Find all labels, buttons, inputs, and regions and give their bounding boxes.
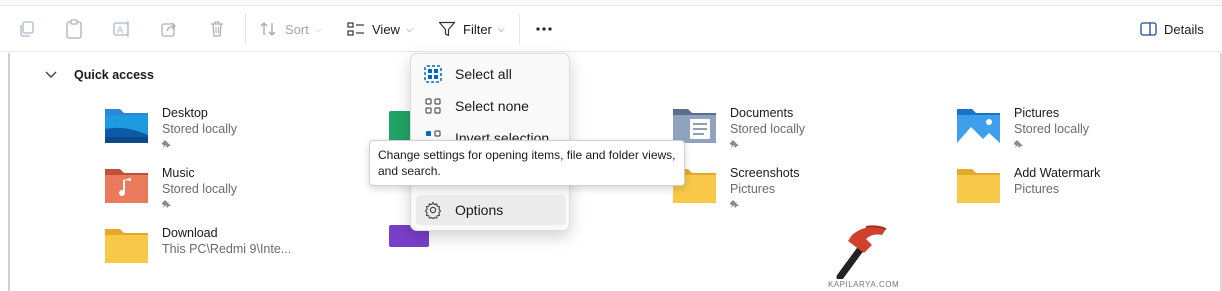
chevron-down-icon: ⌵ [314, 23, 322, 34]
delete-button[interactable] [208, 6, 226, 52]
rename-icon: A [113, 21, 129, 37]
folder-tile-add-watermark[interactable]: Add Watermark Pictures [956, 165, 1100, 205]
tile-location: Stored locally [730, 122, 806, 136]
hammer-logo-icon [836, 225, 887, 281]
filter-button[interactable]: Filter ⌵ [438, 6, 505, 52]
tile-name: Desktop [162, 106, 208, 120]
folder-tile-videos[interactable] [388, 225, 446, 265]
toolbar-divider [245, 14, 246, 44]
copy-button[interactable] [18, 6, 36, 52]
rename-button[interactable]: A [112, 6, 132, 52]
menu-item-select-none[interactable]: Select none [416, 91, 566, 121]
tile-name: Download [162, 226, 218, 240]
filter-label: Filter [463, 21, 492, 37]
folder-tile-music[interactable]: Music Stored locally [104, 165, 237, 209]
select-none-icon [425, 98, 441, 114]
view-label: View [372, 21, 400, 37]
chevron-down-icon [45, 71, 57, 78]
folder-icon [957, 169, 1000, 203]
more-options-button[interactable] [535, 6, 553, 52]
more-icon [536, 27, 552, 31]
sort-button[interactable]: Sort ⌵ [260, 6, 322, 52]
folder-tile-download[interactable]: Download This PC\Redmi 9\Inte... [104, 225, 291, 265]
share-icon [161, 22, 176, 37]
select-all-icon [424, 65, 442, 83]
documents-folder-icon [673, 109, 716, 143]
menu-item-label: Select all [455, 66, 512, 82]
quick-access-header[interactable]: Quick access [44, 68, 154, 82]
tile-name: Documents [730, 106, 794, 120]
watermark: KAPILARYA.COM [826, 221, 906, 291]
tile-name: Music [162, 166, 195, 180]
filter-icon [438, 21, 456, 37]
menu-item-select-all[interactable]: Select all [416, 59, 566, 89]
tile-location: Stored locally [1014, 122, 1090, 136]
pin-icon [1014, 140, 1023, 148]
details-pane-icon [1140, 22, 1157, 36]
folder-icon [105, 229, 148, 263]
folder-tile-pictures[interactable]: Pictures Stored locally [956, 105, 1089, 149]
paste-button[interactable] [65, 6, 83, 52]
sort-icon [260, 22, 276, 36]
folder-tile-desktop[interactable]: Desktop Stored locally [104, 105, 237, 149]
pin-icon [162, 140, 171, 148]
tile-location: Pictures [730, 182, 776, 196]
music-folder-icon [105, 169, 148, 203]
command-bar: A Sort ⌵ View ⌵ Filter ⌵ Details [0, 6, 1222, 52]
trash-icon [211, 21, 223, 37]
tile-location: Stored locally [162, 122, 238, 136]
pin-icon [162, 200, 171, 208]
tile-location: This PC\Redmi 9\Inte... [162, 242, 292, 256]
details-label: Details [1164, 21, 1204, 37]
paste-icon [66, 19, 82, 39]
share-button[interactable] [160, 6, 178, 52]
options-tooltip: Change settings for opening items, file … [369, 140, 685, 186]
view-icon [347, 22, 364, 36]
tile-name: Pictures [1014, 106, 1060, 120]
tile-name: Add Watermark [1014, 166, 1101, 180]
videos-folder-icon [389, 225, 429, 247]
tile-name: Screenshots [730, 166, 800, 180]
tile-location: Stored locally [162, 182, 238, 196]
pictures-folder-icon [957, 109, 1000, 143]
chevron-down-icon: ⌵ [497, 23, 505, 34]
watermark-text: KAPILARYA.COM [828, 280, 900, 289]
folder-tile-screenshots[interactable]: Screenshots Pictures [672, 165, 799, 209]
chevron-down-icon: ⌵ [405, 23, 413, 34]
svg-text:A: A [117, 25, 123, 35]
gear-icon [424, 201, 442, 219]
details-button[interactable]: Details [1140, 6, 1204, 52]
pin-icon [730, 140, 739, 148]
menu-item-options[interactable]: Options [416, 195, 566, 225]
section-title: Quick access [74, 68, 154, 82]
copy-icon [20, 21, 34, 37]
menu-item-label: Options [455, 202, 504, 218]
view-button[interactable]: View ⌵ [347, 6, 413, 52]
pane-divider [8, 53, 10, 291]
tile-location: Pictures [1014, 182, 1060, 196]
folder-tile-documents[interactable]: Documents Stored locally [672, 105, 805, 149]
toolbar-divider [519, 14, 520, 44]
pin-icon [730, 200, 739, 208]
menu-item-label: Select none [455, 98, 529, 114]
desktop-folder-icon [105, 109, 148, 143]
sort-label: Sort [285, 21, 309, 37]
